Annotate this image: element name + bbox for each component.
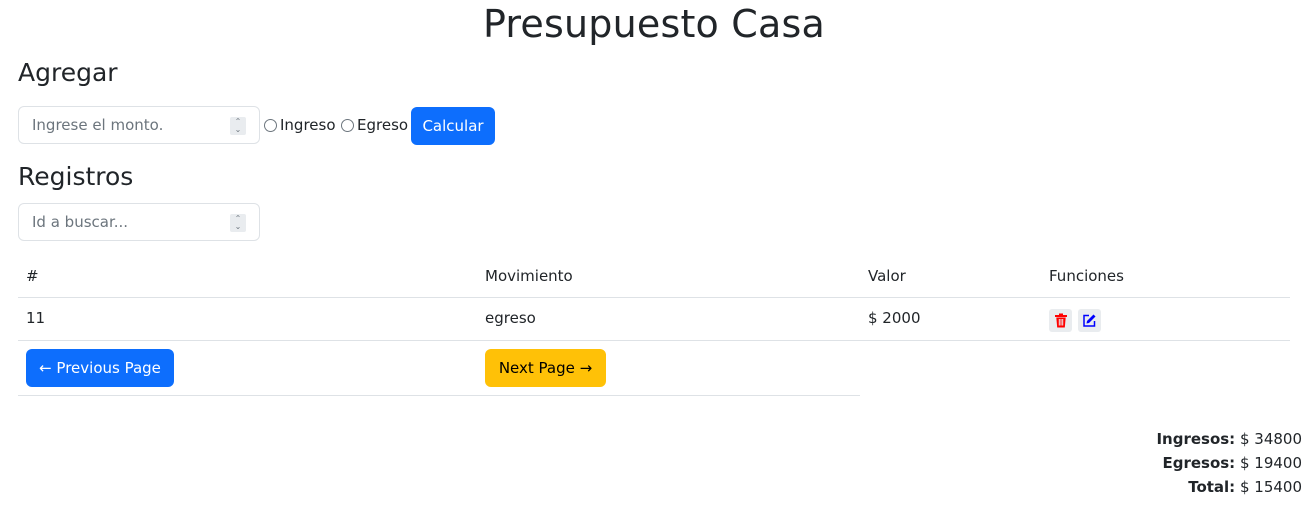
egresos-value: $ 19400: [1239, 454, 1302, 472]
amount-placeholder: Ingrese el monto.: [32, 116, 164, 134]
delete-button[interactable]: [1049, 309, 1072, 332]
total-value: $ 15400: [1239, 478, 1302, 496]
cell-id: 11: [26, 309, 46, 327]
table-divider: [18, 395, 860, 396]
ingresos-total: Ingresos: $ 34800: [1156, 430, 1302, 448]
ingresos-value: $ 34800: [1239, 430, 1302, 448]
radio-circle-icon[interactable]: [264, 118, 277, 132]
agregar-heading: Agregar: [18, 58, 118, 87]
cell-movimiento: egreso: [485, 309, 536, 327]
column-header-funciones: Funciones: [1049, 267, 1124, 285]
calcular-button[interactable]: Calcular: [411, 107, 495, 145]
column-header-valor: Valor: [868, 267, 906, 285]
total-label: Total:: [1188, 478, 1236, 496]
search-placeholder: Id a buscar...: [32, 213, 129, 231]
egresos-total: Egresos: $ 19400: [1162, 454, 1302, 472]
grand-total: Total: $ 15400: [1188, 478, 1302, 496]
trash-icon: [1054, 313, 1067, 328]
radio-ingreso[interactable]: Ingreso: [264, 116, 336, 134]
radio-circle-icon[interactable]: [341, 118, 354, 132]
amount-input[interactable]: Ingrese el monto. ⌃ ⌄: [18, 106, 260, 144]
table-divider: [18, 340, 1290, 341]
registros-heading: Registros: [18, 162, 134, 191]
search-id-input[interactable]: Id a buscar... ⌃ ⌄: [18, 203, 260, 241]
page-title: Presupuesto Casa: [482, 2, 825, 46]
radio-ingreso-label: Ingreso: [280, 116, 336, 134]
number-spinner-icon[interactable]: ⌃ ⌄: [230, 117, 246, 135]
number-spinner-icon[interactable]: ⌃ ⌄: [230, 214, 246, 232]
column-header-id: #: [26, 267, 39, 285]
edit-button[interactable]: [1078, 309, 1101, 332]
table-divider: [18, 297, 1290, 298]
column-header-movimiento: Movimiento: [485, 267, 573, 285]
ingresos-label: Ingresos:: [1156, 430, 1236, 448]
cell-valor: $ 2000: [868, 309, 921, 327]
previous-page-button[interactable]: ← Previous Page: [26, 349, 174, 387]
radio-egreso[interactable]: Egreso: [341, 116, 408, 134]
egresos-label: Egresos:: [1162, 454, 1236, 472]
next-page-button[interactable]: Next Page →: [485, 349, 606, 387]
radio-egreso-label: Egreso: [357, 116, 409, 134]
pencil-square-icon: [1083, 314, 1096, 327]
